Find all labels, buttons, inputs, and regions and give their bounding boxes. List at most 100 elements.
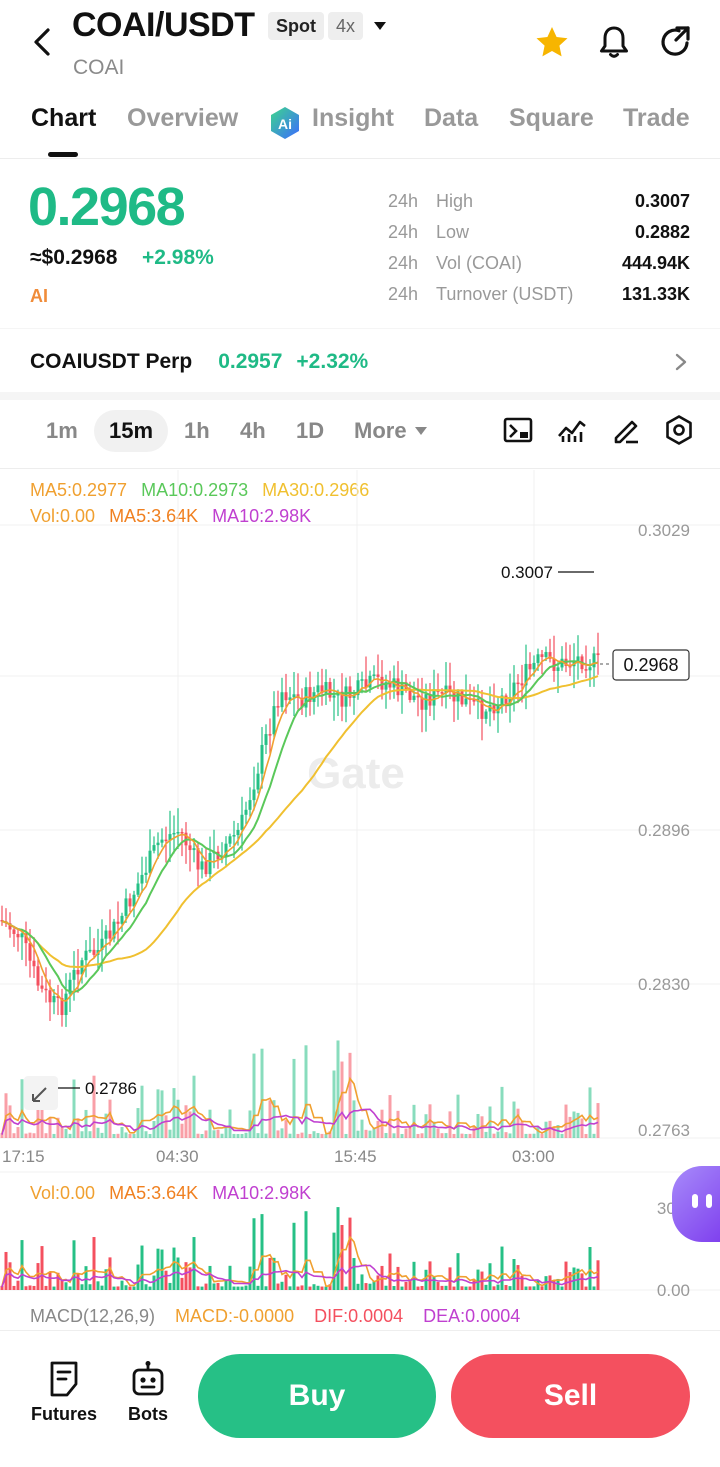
settings-icon[interactable] [663, 414, 695, 446]
interval-1m[interactable]: 1m [46, 418, 78, 444]
tab-trade[interactable]: Trade [623, 104, 690, 133]
volume-bar [156, 1089, 160, 1138]
interval-1h[interactable]: 1h [184, 418, 210, 444]
volume-bar [112, 1133, 116, 1138]
ma30-line [1, 675, 599, 969]
tab-square[interactable]: Square [509, 104, 594, 133]
candle-body [76, 969, 80, 975]
expand-icon[interactable] [24, 1076, 58, 1110]
lower-vol-legend: Vol:0.00 MA5:3.64K MA10:2.98K [30, 1183, 311, 1204]
interval-1d[interactable]: 1D [296, 418, 324, 444]
volume-bar [100, 1132, 104, 1138]
volume-bar [128, 1134, 132, 1138]
tab-data[interactable]: Data [424, 104, 478, 133]
volume-bar [124, 1285, 128, 1290]
stat-period: 24h [388, 221, 419, 242]
back-arrow-icon[interactable] [26, 24, 62, 60]
share-icon[interactable] [657, 24, 693, 60]
bots-label: Bots [128, 1404, 168, 1424]
volume-bar [540, 1286, 544, 1290]
chart-type-icon[interactable] [502, 414, 534, 446]
assistant-float-button[interactable] [672, 1166, 720, 1242]
volume-bar [84, 1109, 88, 1138]
perp-name: COAIUSDT Perp [30, 350, 193, 373]
gridlines [0, 470, 720, 1291]
candle-body [556, 667, 560, 671]
volume-bar [52, 1286, 56, 1290]
volume-bar [292, 1222, 296, 1290]
volume-bar [180, 1123, 184, 1138]
volume-bar [360, 1274, 364, 1290]
candle-body [28, 943, 32, 961]
volume-bar [264, 1286, 268, 1290]
candle-body [136, 883, 140, 895]
volume-bar [356, 1130, 360, 1138]
indicators-icon[interactable] [556, 414, 588, 446]
interval-4h[interactable]: 4h [240, 418, 266, 444]
draw-icon[interactable] [610, 414, 642, 446]
candle-body [180, 831, 184, 834]
candle-body [372, 674, 376, 676]
candle-body [128, 898, 132, 907]
candle-body [424, 694, 428, 710]
last-price-tag: 0.2968 [623, 655, 678, 675]
candle-body [236, 829, 240, 836]
candle-body [464, 698, 468, 705]
volume-bar [572, 1267, 576, 1290]
buy-button[interactable]: Buy [198, 1354, 436, 1438]
volume-bar [472, 1126, 476, 1138]
star-icon[interactable] [534, 24, 570, 60]
volume-bar [88, 1131, 92, 1138]
tab-insight[interactable]: Ai Insight [268, 104, 394, 139]
interval-more[interactable]: More [354, 418, 427, 444]
candle-body [104, 930, 108, 939]
volume-bar [524, 1286, 528, 1290]
tab-insight-label: Insight [312, 104, 394, 132]
candle-body [208, 853, 212, 875]
candle-body [172, 832, 176, 835]
candle-body [124, 898, 128, 916]
bell-icon[interactable] [596, 24, 632, 60]
volume-bar [320, 1133, 324, 1138]
volume-bar [560, 1286, 564, 1290]
volume-bar [20, 1079, 24, 1138]
volume-bar [564, 1261, 568, 1290]
candle-body [72, 969, 76, 980]
volume-bar [116, 1133, 120, 1138]
volume-bar [152, 1121, 156, 1138]
price-change: +2.98% [142, 246, 214, 269]
volume-bar [8, 1262, 12, 1290]
volume-bar [340, 1061, 344, 1138]
volume-bar [112, 1286, 116, 1290]
volume-bar [48, 1272, 52, 1290]
volume-bar [72, 1240, 76, 1290]
ai-tag: AI [30, 286, 48, 306]
volume-bar [276, 1130, 280, 1138]
volume-bar [400, 1133, 404, 1138]
volume-bar [468, 1133, 472, 1138]
tab-overview[interactable]: Overview [127, 104, 238, 133]
sell-button[interactable]: Sell [451, 1354, 690, 1438]
interval-15m[interactable]: 15m [109, 418, 153, 444]
chevron-right-icon[interactable] [672, 352, 690, 372]
candle-body [152, 845, 156, 851]
assistant-icon [692, 1194, 712, 1208]
volume-bar [308, 1286, 312, 1290]
pair-title[interactable]: COAI/USDT [72, 6, 255, 45]
bots-button[interactable]: Bots [126, 1360, 170, 1425]
candle-body [360, 679, 364, 681]
tab-chart[interactable]: Chart [31, 104, 96, 133]
perp-row[interactable]: COAIUSDT Perp 0.2957 +2.32% [30, 350, 368, 374]
volume-bar [400, 1286, 404, 1290]
volume-bar [32, 1133, 36, 1138]
futures-button[interactable]: Futures [30, 1360, 98, 1425]
volume-bar [524, 1133, 528, 1138]
volume-bar [324, 1286, 328, 1290]
stat-value: 0.2882 [634, 221, 690, 242]
volume-bar [420, 1285, 424, 1290]
chevron-down-icon[interactable] [372, 18, 388, 34]
more-caret-icon [414, 427, 427, 435]
main-tabs: Chart Overview Ai Insight Data Square Tr… [0, 100, 720, 156]
bottom-divider [0, 1330, 720, 1331]
volume-bar [432, 1121, 436, 1138]
